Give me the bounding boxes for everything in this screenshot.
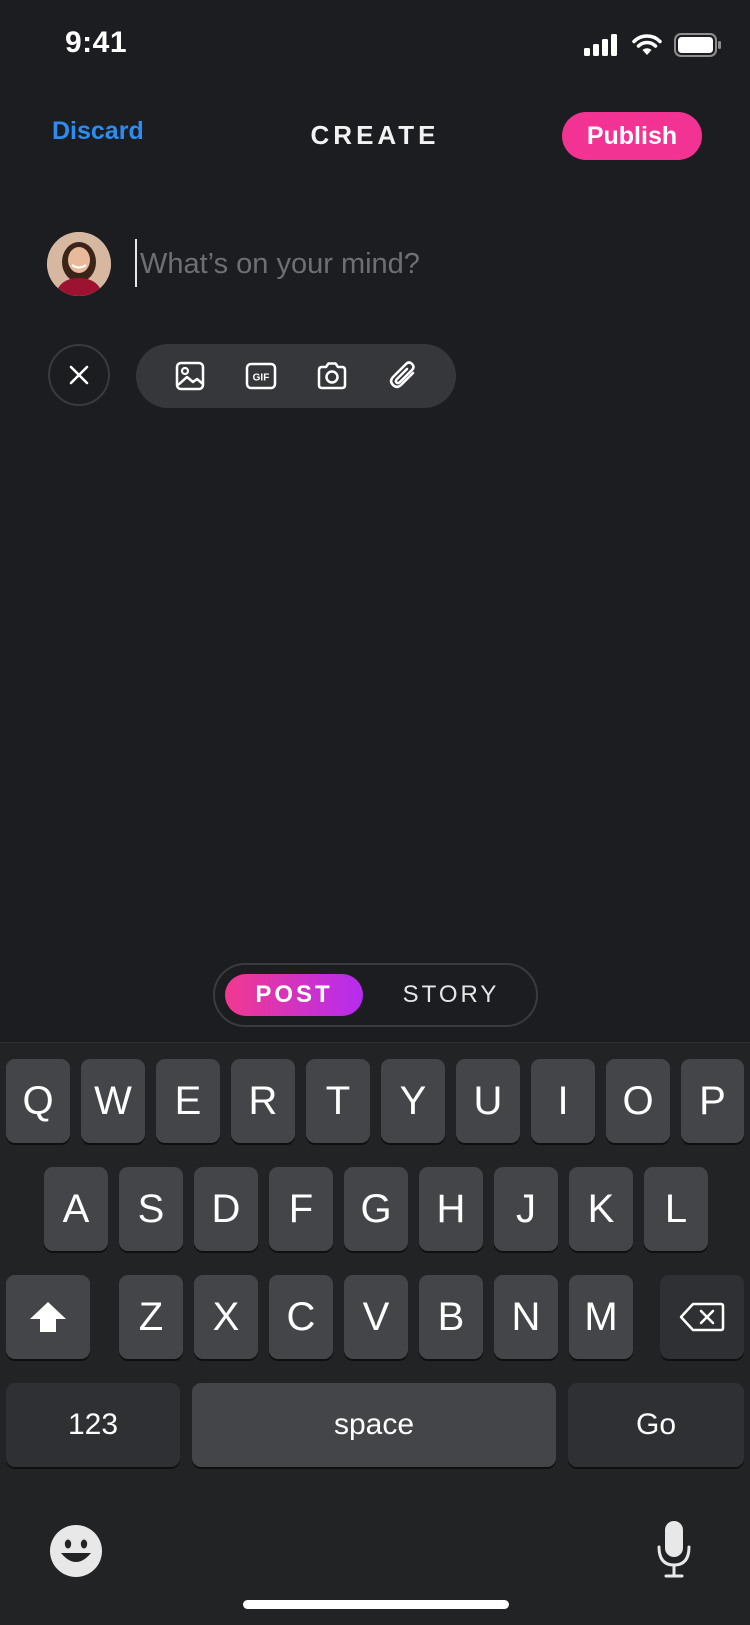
key-d[interactable]: D (194, 1167, 258, 1251)
add-gif-button[interactable]: GIF (239, 354, 283, 398)
key-y[interactable]: Y (381, 1059, 445, 1143)
key-a[interactable]: A (44, 1167, 108, 1251)
key-r[interactable]: R (231, 1059, 295, 1143)
paperclip-icon (389, 361, 415, 389)
close-attachments-button[interactable] (48, 344, 110, 406)
go-key[interactable]: Go (568, 1383, 744, 1467)
backspace-key[interactable] (660, 1275, 744, 1359)
add-image-button[interactable] (168, 354, 212, 398)
key-u[interactable]: U (456, 1059, 520, 1143)
numbers-key[interactable]: 123 (6, 1383, 180, 1467)
publish-button[interactable]: Publish (562, 112, 702, 160)
key-x[interactable]: X (194, 1275, 258, 1359)
status-time: 9:41 (65, 26, 128, 59)
keyboard: Q W E R T Y U I O P A S D F G H J K L Z … (0, 1042, 750, 1625)
user-photo-icon (47, 232, 111, 296)
key-c[interactable]: C (269, 1275, 333, 1359)
camera-button[interactable] (310, 354, 354, 398)
key-h[interactable]: H (419, 1167, 483, 1251)
gif-icon: GIF (245, 362, 276, 390)
close-icon (69, 365, 89, 385)
key-f[interactable]: F (269, 1167, 333, 1251)
gif-text: GIF (252, 373, 269, 384)
space-key[interactable]: space (192, 1383, 556, 1467)
key-s[interactable]: S (119, 1167, 183, 1251)
key-g[interactable]: G (344, 1167, 408, 1251)
shift-key[interactable] (6, 1275, 90, 1359)
shift-icon (30, 1302, 66, 1332)
dictation-button[interactable] (656, 1519, 692, 1581)
emoji-icon (50, 1525, 102, 1577)
tab-post[interactable]: POST (225, 974, 363, 1016)
attachment-toolbar: GIF (136, 344, 456, 408)
key-w[interactable]: W (81, 1059, 145, 1143)
attach-file-button[interactable] (381, 354, 425, 398)
key-t[interactable]: T (306, 1059, 370, 1143)
status-icons (584, 33, 722, 57)
key-q[interactable]: Q (6, 1059, 70, 1143)
key-k[interactable]: K (569, 1167, 633, 1251)
tab-story[interactable]: STORY (381, 974, 521, 1016)
text-cursor (135, 239, 137, 287)
microphone-icon (657, 1521, 691, 1578)
key-n[interactable]: N (494, 1275, 558, 1359)
wifi-icon (632, 34, 662, 55)
key-i[interactable]: I (531, 1059, 595, 1143)
emoji-button[interactable] (48, 1523, 104, 1579)
backspace-icon (679, 1302, 725, 1332)
avatar (47, 232, 111, 296)
key-e[interactable]: E (156, 1059, 220, 1143)
key-l[interactable]: L (644, 1167, 708, 1251)
key-o[interactable]: O (606, 1059, 670, 1143)
compose-input[interactable] (138, 240, 702, 288)
key-v[interactable]: V (344, 1275, 408, 1359)
image-icon (175, 361, 204, 391)
post-story-toggle: POST STORY (213, 963, 538, 1027)
key-b[interactable]: B (419, 1275, 483, 1359)
cellular-signal-icon (584, 34, 617, 56)
key-p[interactable]: P (681, 1059, 744, 1143)
key-m[interactable]: M (569, 1275, 633, 1359)
battery-icon (674, 33, 721, 57)
home-indicator (243, 1600, 509, 1609)
camera-icon (317, 362, 346, 390)
key-j[interactable]: J (494, 1167, 558, 1251)
key-z[interactable]: Z (119, 1275, 183, 1359)
